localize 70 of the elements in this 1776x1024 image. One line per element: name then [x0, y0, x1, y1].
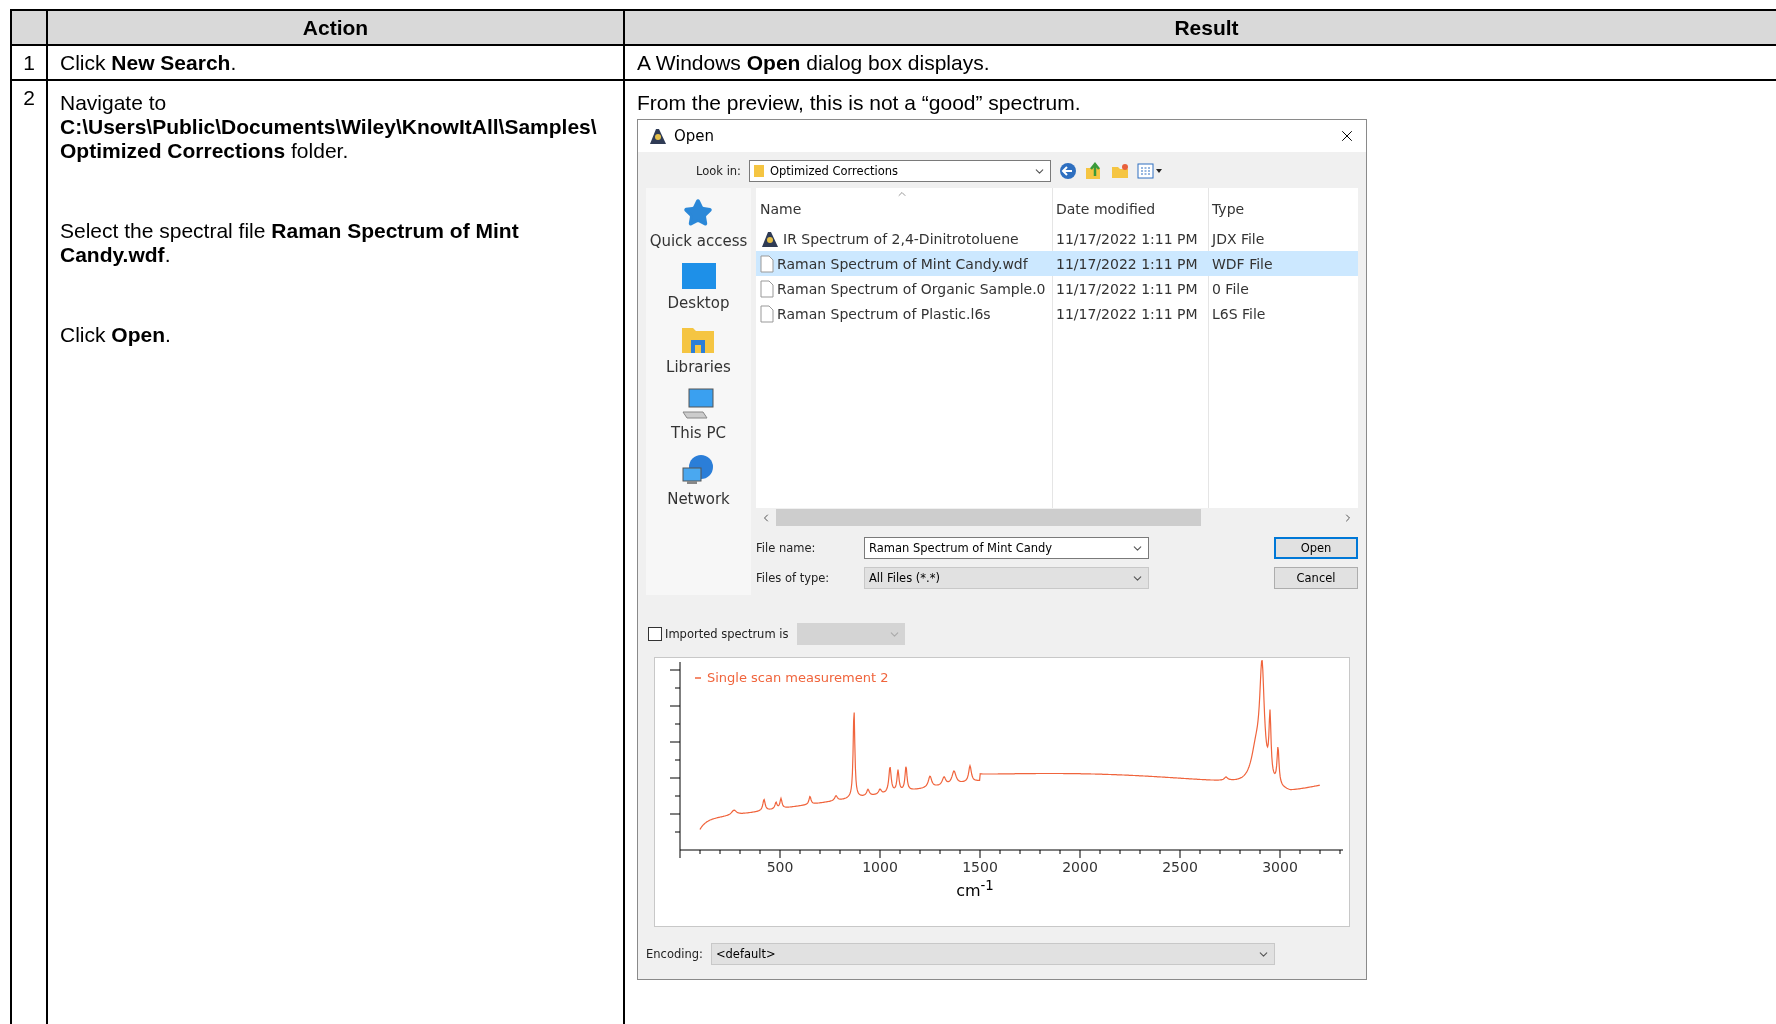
file-type: JDX File [1210, 230, 1266, 247]
document-icon [760, 304, 774, 323]
result-text: A Windows Open dialog box displays. [637, 51, 991, 75]
look-in-dropdown[interactable]: Optimized Corrections [749, 160, 1051, 182]
legend-text: Single scan measurement 2 [707, 670, 889, 685]
tick-label: 1500 [962, 859, 998, 875]
cancel-button[interactable]: Cancel [1274, 567, 1358, 589]
file-type: WDF File [1211, 255, 1274, 272]
place-label[interactable]: This PC [671, 424, 726, 442]
open-button[interactable]: Open [1274, 537, 1358, 559]
file-name-label: File name: [756, 541, 817, 555]
folder-icon [754, 164, 764, 178]
axis-label: cm$^{-1}$ [956, 881, 994, 901]
star-icon [683, 198, 714, 228]
column-header[interactable]: Date modified [1052, 201, 1208, 217]
column-header: Action [47, 10, 624, 45]
step-number: 1 [11, 45, 47, 80]
hat-icon [648, 127, 668, 145]
column-header[interactable]: Type [1208, 201, 1358, 217]
encoding-label: Encoding: [646, 947, 703, 961]
file-row[interactable]: Raman Spectrum of Mint Candy.wdf 11/17/2022 1:11 PM WDF File [756, 251, 1358, 276]
file-type-dropdown[interactable]: All Files (*.*) [864, 567, 1149, 589]
back-icon[interactable] [1059, 162, 1077, 180]
view-menu-icon[interactable] [1137, 163, 1163, 179]
desktop-icon [680, 262, 717, 290]
tick-label: 500 [766, 859, 794, 875]
hat-icon [760, 229, 780, 248]
file-name: Raman Spectrum of Mint Candy.wdf [777, 255, 1028, 272]
place-label[interactable]: Desktop [667, 294, 730, 312]
file-name: Raman Spectrum of Organic Sample.0 [777, 280, 1046, 297]
file-name-field[interactable]: Raman Spectrum of Mint Candy [864, 537, 1149, 559]
encoding-dropdown[interactable]: <default> [710, 943, 1275, 965]
result-text: From the preview, this is not a “good” spectrum. [637, 91, 1082, 115]
file-date: 11/17/2022 1:11 PM [1055, 230, 1199, 247]
file-name: IR Spectrum of 2,4-Dinitrotoluene [783, 230, 1019, 247]
place-label[interactable]: Libraries [666, 358, 731, 376]
file-date: 11/17/2022 1:11 PM [1055, 255, 1199, 272]
document-icon [760, 254, 774, 273]
file-type: 0 File [1211, 280, 1250, 297]
network-icon [681, 454, 716, 486]
tick-label: 3000 [1262, 859, 1298, 875]
file-type: L6S File [1211, 305, 1267, 322]
up-folder-icon[interactable] [1085, 162, 1103, 180]
imported-checkbox[interactable] [648, 627, 662, 641]
legend-line [694, 677, 702, 679]
look-in-label: Look in: [695, 164, 741, 178]
document-icon [760, 279, 774, 298]
instruction-text: Click New Search. [60, 51, 238, 75]
file-name: Raman Spectrum of Plastic.l6s [777, 305, 991, 322]
step-number: 2 [11, 80, 47, 1024]
tick-label: 1000 [862, 859, 898, 875]
imported-label: Imported spectrum is [665, 627, 789, 641]
computer-icon [681, 388, 716, 420]
tick-label: 2000 [1062, 859, 1098, 875]
file-row[interactable]: IR Spectrum of 2,4-Dinitrotoluene 11/17/2022 1:11 PM JDX File [756, 226, 1358, 251]
file-row[interactable]: Raman Spectrum of Organic Sample.0 11/17/2022 1:11 PM 0 File [756, 276, 1358, 301]
column-header[interactable]: Name [756, 201, 1052, 217]
file-row[interactable]: Raman Spectrum of Plastic.l6s 11/17/2022 1:11 PM L6S File [756, 301, 1358, 326]
instruction-text: Navigate to C:\Users\Public\Documents\Wiley\KnowItAll\Samples\Optimized Corrections folder. [60, 91, 598, 163]
column-header: Result [624, 10, 1776, 45]
instruction-text: Click Open. [60, 323, 172, 347]
tick-label: 2500 [1162, 859, 1198, 875]
new-folder-icon[interactable] [1111, 162, 1129, 180]
dialog-title: Open [674, 127, 716, 145]
instruction-text: Select the spectral file Raman Spectrum of Mint Candy.wdf. [60, 219, 520, 267]
place-label[interactable]: Quick access [649, 232, 748, 250]
file-date: 11/17/2022 1:11 PM [1055, 280, 1199, 297]
place-label[interactable]: Network [667, 490, 730, 508]
file-date: 11/17/2022 1:11 PM [1055, 305, 1199, 322]
file-type-label: Files of type: [756, 571, 831, 585]
